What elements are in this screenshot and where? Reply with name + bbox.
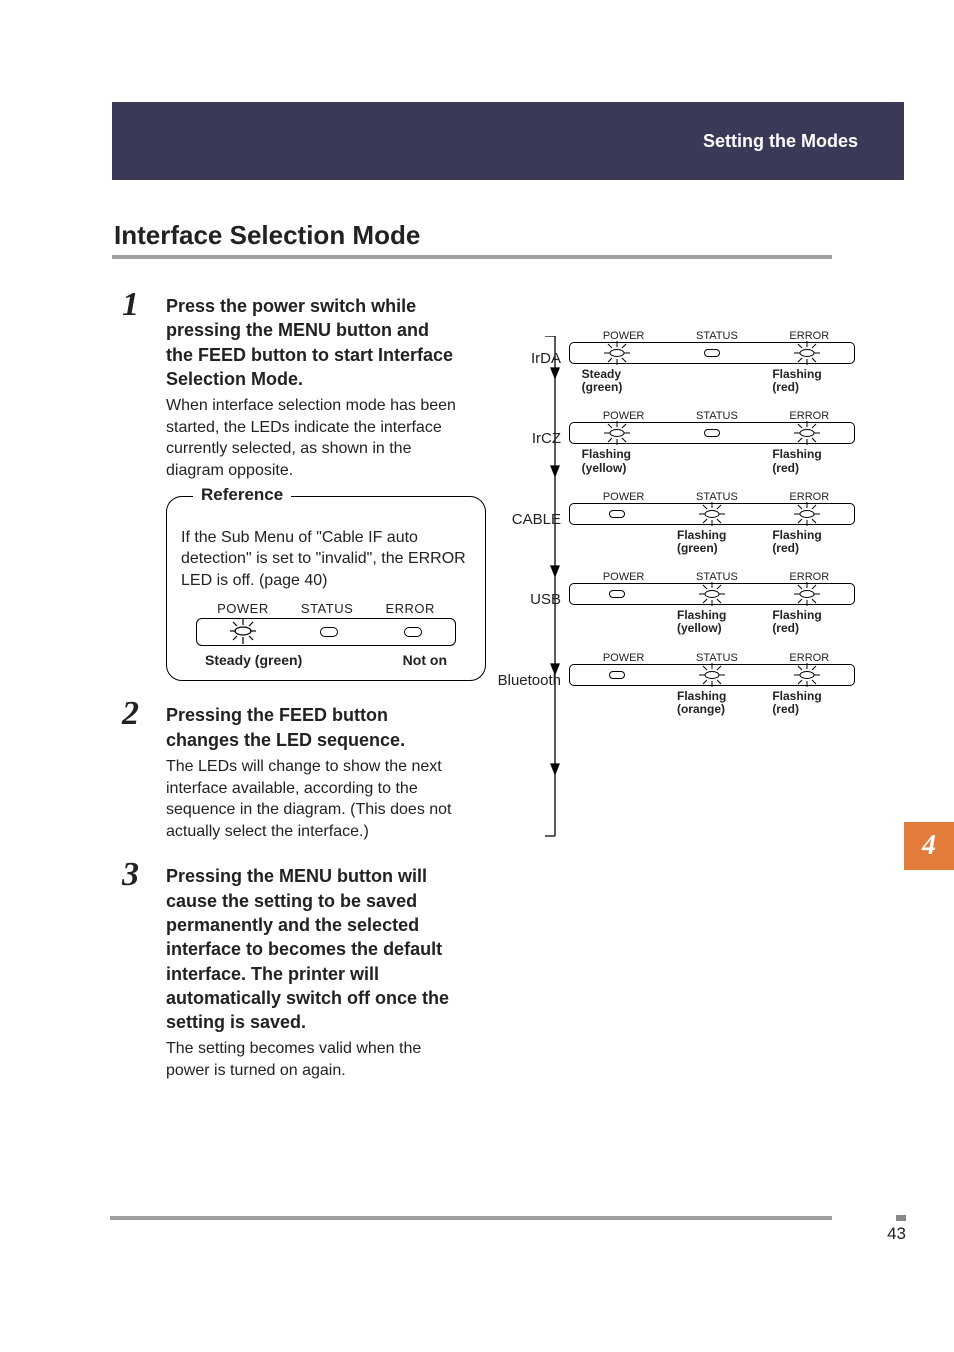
reference-led-diagram: POWER STATUS ERROR: [181, 601, 471, 668]
status-led-icon: [697, 665, 727, 685]
error-led-state: Flashing(red): [772, 368, 842, 394]
step-heading: Pressing the MENU button will cause the …: [166, 864, 460, 1034]
interface-name: IrCZ: [485, 430, 567, 447]
power-led-state: [582, 529, 652, 555]
led-panel: [569, 342, 855, 364]
status-led-icon: [697, 423, 727, 443]
status-led-icon: [697, 343, 727, 363]
status-led-icon: [320, 627, 338, 637]
error-led-state: Flashing(red): [772, 448, 842, 474]
steps-column: 1 Press the power switch while pressing …: [130, 294, 460, 1104]
error-led-state: Flashing(red): [772, 690, 842, 716]
step-body: When interface selection mode has been s…: [166, 395, 460, 481]
header-section: Setting the Modes: [703, 131, 858, 152]
power-led-state: [582, 690, 652, 716]
step-body: The LEDs will change to show the next in…: [166, 756, 460, 842]
power-led-state: [582, 609, 652, 635]
status-led-state: [677, 448, 747, 474]
interface-name: USB: [485, 591, 567, 608]
error-led-icon: [792, 423, 822, 443]
led-state-row: Flashing(yellow) Flashing(red): [569, 444, 855, 484]
status-led-icon: [697, 504, 727, 524]
status-led-state: [677, 368, 747, 394]
led-header-error: ERROR: [385, 601, 434, 616]
led-header-status: STATUS: [301, 601, 353, 616]
led-panel: [569, 422, 855, 444]
led-panel: [569, 664, 855, 686]
chapter-number: 4: [922, 830, 936, 862]
led-state-row: Steady (green) Not on: [201, 652, 451, 668]
led-header-power: POWER: [603, 491, 645, 503]
led-header-power: POWER: [603, 652, 645, 664]
led-panel: [569, 583, 855, 605]
step-number: 2: [122, 697, 139, 731]
power-led-icon: [602, 584, 632, 604]
led-header-status: STATUS: [696, 410, 738, 422]
footer-tick: [896, 1215, 906, 1221]
error-led-state: Not on: [403, 652, 447, 668]
led-state-row: Flashing(orange) Flashing(red): [569, 686, 855, 726]
led-panel: [196, 618, 456, 646]
status-led-state: Flashing(green): [677, 529, 747, 555]
diagram-row: IrCZPOWERSTATUSERRORFlashing(yellow)Flas…: [485, 410, 855, 484]
step-heading: Press the power switch while pressing th…: [166, 294, 460, 391]
led-state-row: Flashing(yellow) Flashing(red): [569, 605, 855, 645]
reference-label: Reference: [193, 485, 291, 505]
diagram-row: USBPOWERSTATUSERRORFlashing(yellow)Flash…: [485, 571, 855, 645]
step-body: The setting becomes valid when the power…: [166, 1038, 460, 1081]
power-led-icon: [230, 622, 254, 642]
power-led-state: Steady(green): [582, 368, 652, 394]
page-number: 43: [887, 1224, 906, 1244]
step-1: 1 Press the power switch while pressing …: [130, 294, 460, 681]
power-led-icon: [602, 423, 632, 443]
diagram-row: BluetoothPOWERSTATUSERRORFlashing(orange…: [485, 652, 855, 726]
step-heading: Pressing the FEED button changes the LED…: [166, 703, 460, 752]
power-led-icon: [602, 504, 632, 524]
status-led-icon: [697, 584, 727, 604]
power-led-icon: [602, 343, 632, 363]
error-led-icon: [792, 665, 822, 685]
page-title: Interface Selection Mode: [112, 220, 832, 259]
status-led-state: Flashing(orange): [677, 690, 747, 716]
led-header-power: POWER: [217, 601, 269, 616]
reference-box: Reference If the Sub Menu of "Cable IF a…: [166, 496, 486, 682]
interface-name: Bluetooth: [485, 672, 567, 689]
interface-name: CABLE: [485, 511, 567, 528]
power-led-state: Steady (green): [205, 652, 302, 668]
step-number: 3: [122, 858, 139, 892]
interface-name: IrDA: [485, 350, 567, 367]
led-state-row: Steady(green) Flashing(red): [569, 364, 855, 404]
error-led-icon: [792, 504, 822, 524]
led-panel: [569, 503, 855, 525]
led-header-row: POWER STATUS ERROR: [201, 601, 451, 616]
power-led-state: Flashing(yellow): [582, 448, 652, 474]
led-header-power: POWER: [603, 571, 645, 583]
header-banner: Setting the Modes: [112, 102, 904, 180]
error-led-state: Flashing(red): [772, 609, 842, 635]
led-header-status: STATUS: [696, 330, 738, 342]
step-number: 1: [122, 288, 139, 322]
reference-text: If the Sub Menu of "Cable IF auto detect…: [181, 527, 471, 592]
error-led-icon: [792, 584, 822, 604]
led-state-row: Flashing(green) Flashing(red): [569, 525, 855, 565]
status-led-state: Flashing(yellow): [677, 609, 747, 635]
led-sequence-diagram: IrDAPOWERSTATUSERRORSteady(green)Flashin…: [485, 330, 855, 732]
error-led-icon: [792, 343, 822, 363]
error-led-state: Flashing(red): [772, 529, 842, 555]
step-2: 2 Pressing the FEED button changes the L…: [130, 703, 460, 842]
diagram-row: CABLEPOWERSTATUSERRORFlashing(green)Flas…: [485, 491, 855, 565]
footer-rule: [110, 1216, 832, 1220]
step-3: 3 Pressing the MENU button will cause th…: [130, 864, 460, 1081]
diagram-row: IrDAPOWERSTATUSERRORSteady(green)Flashin…: [485, 330, 855, 404]
chapter-tab: 4: [904, 822, 954, 870]
error-led-icon: [404, 627, 422, 637]
power-led-icon: [602, 665, 632, 685]
